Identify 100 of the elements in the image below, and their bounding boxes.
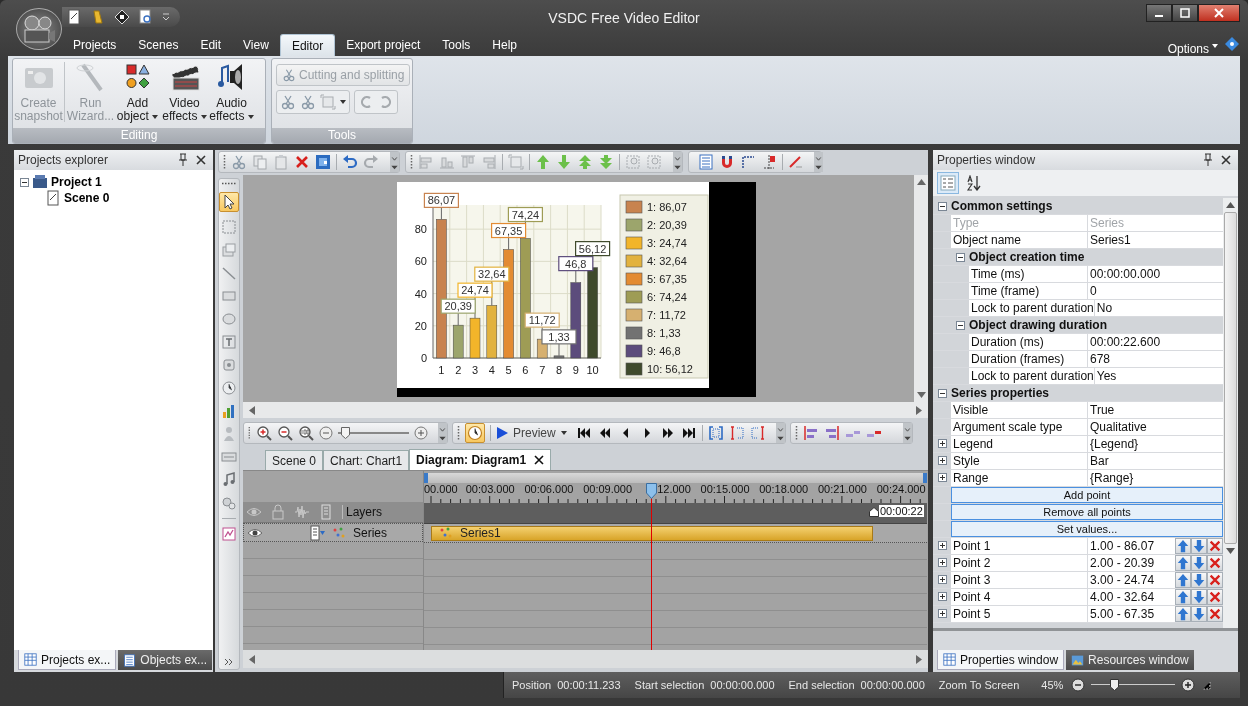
- ribbon-button[interactable]: Video effects: [161, 62, 208, 123]
- split-icon[interactable]: [300, 94, 316, 110]
- scroll-up-icon[interactable]: [1226, 202, 1235, 208]
- music-note-icon[interactable]: [221, 472, 237, 488]
- collapse-icon[interactable]: [955, 252, 965, 262]
- scissors-icon[interactable]: [231, 154, 247, 170]
- zoom-out-icon[interactable]: [1071, 678, 1086, 692]
- scroll-left-icon[interactable]: [249, 654, 255, 664]
- collapse-icon[interactable]: [937, 201, 947, 211]
- maximize-button[interactable]: [1172, 4, 1198, 22]
- bracket-start-icon[interactable]: [728, 425, 745, 441]
- line-icon[interactable]: [221, 265, 237, 281]
- toolbar-grip-icon[interactable]: [457, 424, 460, 442]
- text-icon[interactable]: [221, 334, 237, 350]
- tree-item[interactable]: Project 1: [51, 175, 102, 189]
- scroll-right-icon[interactable]: [916, 405, 922, 415]
- zoom-slider[interactable]: [337, 426, 409, 440]
- bar-chart-icon[interactable]: [221, 403, 237, 419]
- bracket-icon[interactable]: [707, 425, 724, 441]
- move-down-button[interactable]: [1191, 589, 1207, 605]
- move-up-button[interactable]: [1175, 555, 1191, 571]
- expand-icon[interactable]: [938, 592, 947, 601]
- eraser-icon[interactable]: [788, 154, 804, 170]
- slider-thumb[interactable]: [340, 427, 350, 439]
- layer-icon[interactable]: [315, 154, 331, 170]
- magnet-icon[interactable]: [719, 154, 735, 170]
- panel-tab[interactable]: Properties window: [937, 650, 1065, 670]
- collapse-icon[interactable]: [955, 320, 965, 330]
- vertical-scrollbar[interactable]: [914, 175, 928, 402]
- scroll-thumb[interactable]: [1224, 212, 1237, 544]
- clock-icon[interactable]: [467, 425, 483, 441]
- align-start-icon[interactable]: [803, 425, 819, 441]
- scroll-up-icon[interactable]: [916, 179, 926, 185]
- delete-button[interactable]: [1207, 538, 1223, 554]
- action-button[interactable]: Add point: [951, 487, 1223, 503]
- undo-icon[interactable]: [342, 154, 358, 170]
- playhead-thumb[interactable]: [645, 483, 657, 499]
- scroll-left-icon[interactable]: [249, 405, 255, 415]
- align-end-icon[interactable]: [824, 425, 840, 441]
- property-value[interactable]: True: [1090, 403, 1115, 417]
- zoom-plus-icon[interactable]: [414, 426, 428, 440]
- move-down-button[interactable]: [1191, 606, 1207, 622]
- toolbar-overflow-icon[interactable]: [673, 152, 682, 172]
- close-icon[interactable]: [534, 455, 545, 465]
- property-value[interactable]: 0: [1090, 284, 1097, 298]
- ribbon-button[interactable]: Audio effects: [208, 62, 255, 123]
- pointer-icon[interactable]: [221, 194, 237, 210]
- scroll-right-icon[interactable]: [916, 654, 922, 664]
- zoom-out-icon[interactable]: [276, 425, 293, 441]
- menu-tab[interactable]: Editor: [279, 34, 336, 56]
- vertical-scrollbar[interactable]: [1223, 198, 1238, 628]
- move-up-button[interactable]: [1175, 589, 1191, 605]
- expand-icon[interactable]: [938, 439, 947, 448]
- expand-icon[interactable]: [938, 609, 947, 618]
- layer-row[interactable]: Series: [243, 523, 423, 542]
- help-icon[interactable]: [1224, 36, 1240, 52]
- document-tab[interactable]: Scene 0: [265, 450, 324, 470]
- expand-icon[interactable]: [938, 473, 947, 482]
- resize-grip-icon[interactable]: [1201, 680, 1212, 690]
- panel-tab[interactable]: Resources window: [1066, 650, 1194, 670]
- document-tab[interactable]: Diagram: Diagram1: [409, 449, 552, 470]
- move-up-button[interactable]: [1175, 606, 1191, 622]
- scissors-icon[interactable]: [280, 94, 296, 110]
- panel-tab[interactable]: Projects ex...: [18, 650, 117, 670]
- delete-button[interactable]: [1207, 555, 1223, 571]
- close-button[interactable]: [1198, 4, 1240, 22]
- menu-tab[interactable]: Projects: [62, 34, 128, 56]
- expand-icon[interactable]: [938, 541, 947, 550]
- bracket-end-icon[interactable]: [749, 425, 766, 441]
- delete-button[interactable]: [1207, 606, 1223, 622]
- collapse-icon[interactable]: [20, 177, 29, 187]
- document-tab[interactable]: Chart: Chart1: [323, 450, 410, 470]
- minimize-button[interactable]: [1146, 4, 1172, 22]
- move-up-button[interactable]: [1175, 538, 1191, 554]
- sprite-icon[interactable]: [221, 357, 237, 373]
- toolbar-overflow-icon[interactable]: [438, 423, 447, 443]
- toolbar-grip-icon[interactable]: [410, 153, 413, 171]
- list-icon[interactable]: [698, 154, 714, 170]
- menu-tab[interactable]: Tools: [431, 34, 482, 56]
- toolbar-grip-icon[interactable]: [223, 153, 226, 171]
- menu-tab[interactable]: Export project: [335, 34, 432, 56]
- collapse-icon[interactable]: [937, 388, 947, 398]
- toolbar-overflow-icon[interactable]: [776, 423, 785, 443]
- delete-button[interactable]: [1207, 572, 1223, 588]
- preview-button[interactable]: Preview: [496, 426, 567, 440]
- options-menu[interactable]: Options: [1167, 42, 1209, 56]
- property-value[interactable]: Yes: [1096, 369, 1117, 383]
- clock-icon[interactable]: [221, 380, 237, 396]
- menu-tab[interactable]: Edit: [189, 34, 233, 56]
- property-value[interactable]: 678: [1090, 352, 1111, 366]
- expand-palette-icon[interactable]: [224, 658, 234, 666]
- app-menu-button[interactable]: [16, 8, 62, 50]
- zoom-slider[interactable]: [1091, 678, 1176, 692]
- menu-tab[interactable]: View: [232, 34, 280, 56]
- diagram-icon[interactable]: [221, 526, 237, 542]
- toolbar-grip-icon[interactable]: [221, 182, 237, 185]
- move-down-button[interactable]: [1191, 555, 1207, 571]
- move-down-button[interactable]: [1191, 538, 1207, 554]
- menu-tab[interactable]: Scenes: [127, 34, 190, 56]
- action-button[interactable]: Remove all points: [951, 504, 1223, 520]
